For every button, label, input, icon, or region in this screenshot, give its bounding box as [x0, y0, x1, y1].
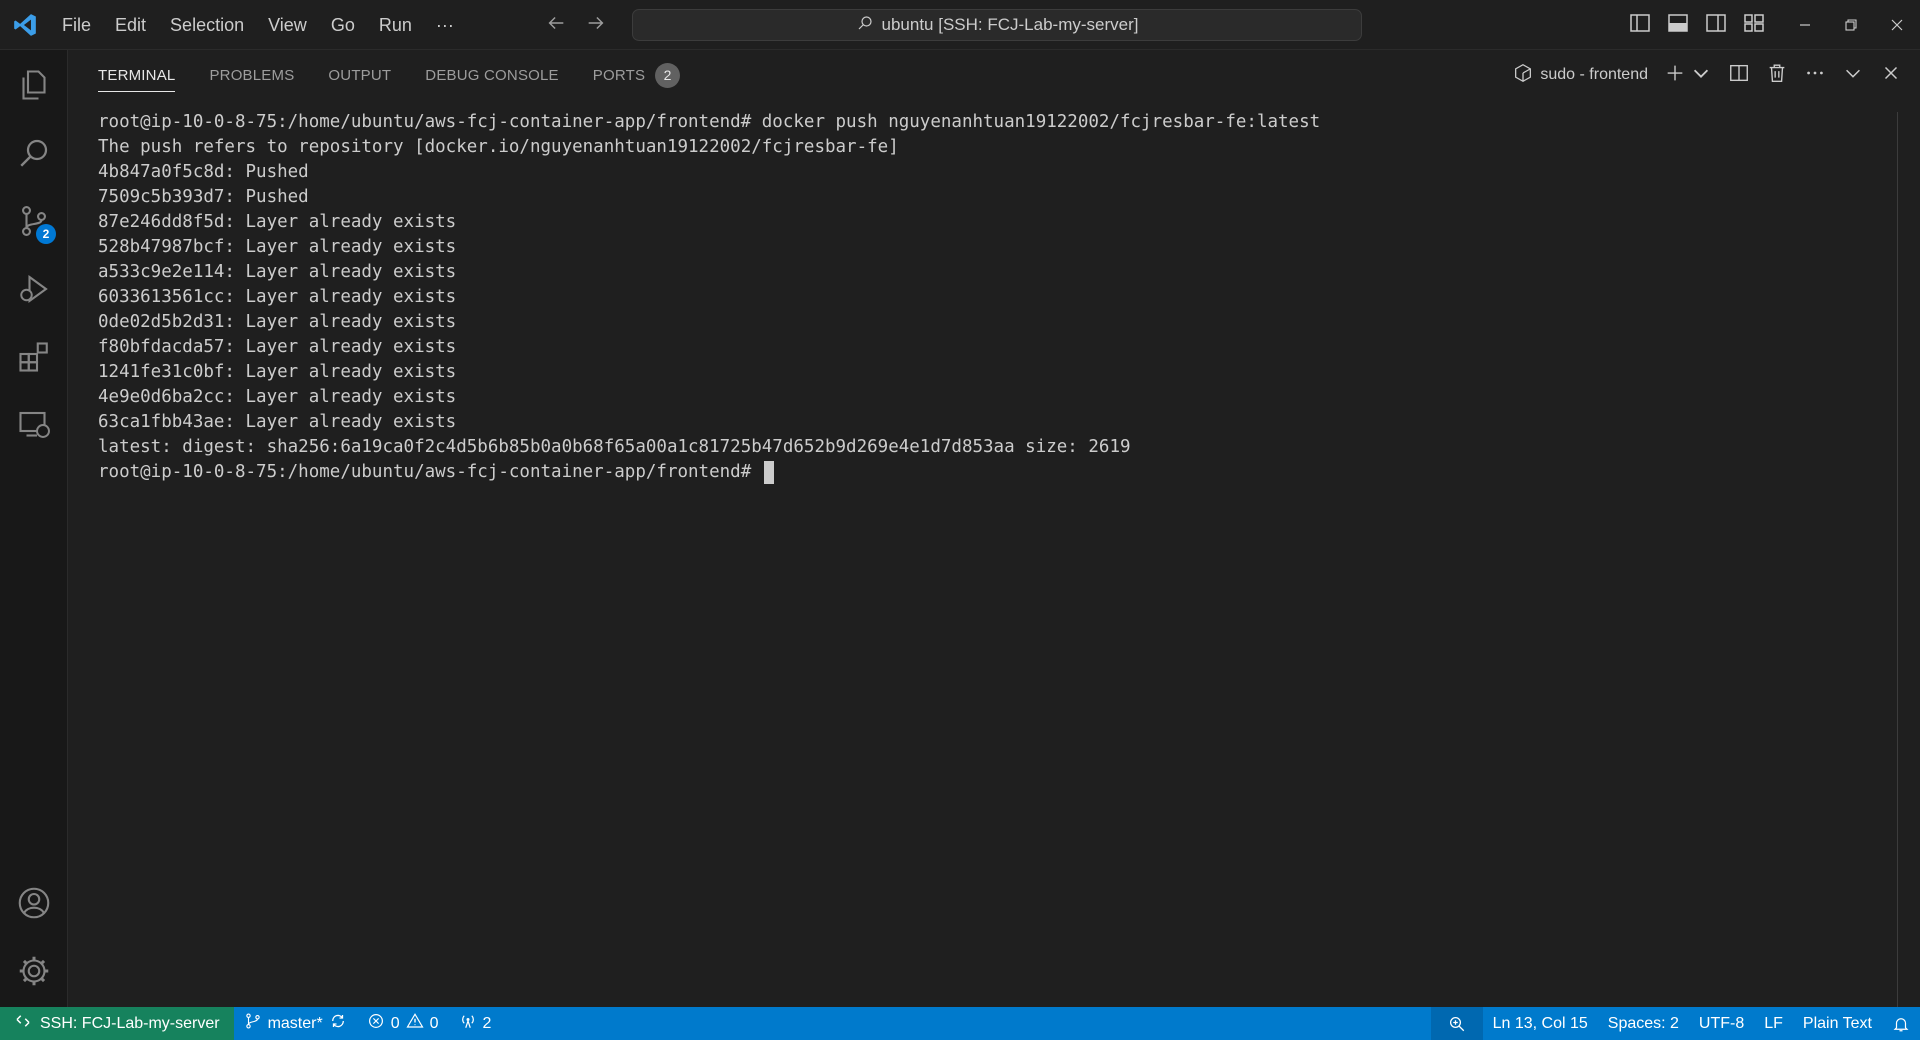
activity-bar: 2 [0, 50, 68, 1007]
menu-go[interactable]: Go [319, 0, 367, 50]
terminal-line: 6033613561cc: Layer already exists [98, 287, 457, 307]
indentation[interactable]: Spaces: 2 [1598, 1007, 1689, 1040]
remote-explorer-icon[interactable] [0, 392, 68, 458]
terminal-line: a533c9e2e114: Layer already exists [98, 262, 457, 282]
language-mode[interactable]: Plain Text [1793, 1007, 1882, 1040]
branch-indicator[interactable]: master* [234, 1007, 357, 1040]
error-icon [367, 1012, 385, 1035]
close-panel-icon[interactable] [1880, 62, 1902, 89]
terminal-line: The push refers to repository [docker.io… [98, 137, 899, 157]
terminal-line: 4b847a0f5c8d: Pushed [98, 162, 309, 182]
menu-bar: File Edit Selection View Go Run ··· [50, 0, 466, 50]
ports-indicator[interactable]: 2 [449, 1007, 502, 1040]
terminal-prompt: root@ip-10-0-8-75:/home/ubuntu/aws-fcj-c… [98, 462, 762, 482]
toggle-secondary-sidebar-icon[interactable] [1704, 11, 1728, 40]
toggle-sidebar-icon[interactable] [1628, 11, 1652, 40]
remote-icon [14, 1012, 32, 1035]
terminal-line: f80bfdacda57: Layer already exists [98, 337, 457, 357]
search-icon[interactable] [0, 120, 68, 186]
broadcast-icon [459, 1012, 477, 1035]
menu-edit[interactable]: Edit [103, 0, 158, 50]
source-control-icon[interactable]: 2 [0, 188, 68, 254]
back-arrow-icon[interactable] [545, 12, 567, 39]
tab-output[interactable]: OUTPUT [328, 50, 391, 100]
terminal-cursor [763, 460, 774, 484]
terminal-line: 7509c5b393d7: Pushed [98, 187, 309, 207]
menu-run[interactable]: Run [367, 0, 424, 50]
toggle-panel-icon[interactable] [1666, 11, 1690, 40]
panel-header: TERMINAL PROBLEMS OUTPUT DEBUG CONSOLE P… [69, 50, 1920, 100]
sync-icon[interactable] [329, 1012, 347, 1035]
command-center[interactable]: ubuntu [SSH: FCJ-Lab-my-server] [632, 9, 1362, 41]
menu-more[interactable]: ··· [424, 0, 466, 50]
line-ending[interactable]: LF [1754, 1007, 1793, 1040]
terminal-line: 63ca1fbb43ae: Layer already exists [98, 412, 457, 432]
remote-indicator[interactable]: SSH: FCJ-Lab-my-server [0, 1007, 234, 1040]
terminal-line: 0de02d5b2d31: Layer already exists [98, 312, 457, 332]
terminal-icon [1512, 62, 1534, 89]
tab-ports[interactable]: PORTS 2 [592, 50, 681, 100]
close-window-icon[interactable] [1874, 0, 1920, 50]
navigation-arrows [545, 0, 607, 50]
tab-debug-console[interactable]: DEBUG CONSOLE [425, 50, 558, 100]
layout-controls [1628, 0, 1766, 50]
chevron-down-icon[interactable] [1690, 62, 1712, 89]
bell-icon[interactable] [1882, 1007, 1920, 1040]
gear-icon[interactable] [0, 938, 68, 1004]
explorer-icon[interactable] [0, 52, 68, 118]
terminal-line: 4e9e0d6ba2cc: Layer already exists [98, 387, 457, 407]
new-terminal-icon[interactable] [1664, 62, 1686, 89]
run-debug-icon[interactable] [0, 256, 68, 322]
terminal-output[interactable]: root@ip-10-0-8-75:/home/ubuntu/aws-fcj-c… [98, 110, 1320, 485]
ports-count: 2 [482, 1014, 492, 1032]
remote-label: SSH: FCJ-Lab-my-server [40, 1014, 220, 1032]
warning-count: 0 [429, 1014, 439, 1032]
command-center-label: ubuntu [SSH: FCJ-Lab-my-server] [881, 15, 1139, 34]
panel-tabs: TERMINAL PROBLEMS OUTPUT DEBUG CONSOLE P… [69, 50, 714, 100]
search-icon [856, 14, 874, 37]
error-count: 0 [390, 1014, 400, 1032]
panel-actions: sudo - frontend [1512, 50, 1902, 100]
status-right: Ln 13, Col 15 Spaces: 2 UTF-8 LF Plain T… [1430, 1007, 1920, 1040]
maximize-panel-chevron-icon[interactable] [1842, 62, 1864, 89]
branch-name: master* [267, 1014, 323, 1032]
account-icon[interactable] [0, 870, 68, 936]
terminal-line: root@ip-10-0-8-75:/home/ubuntu/aws-fcj-c… [98, 112, 1321, 132]
trash-icon[interactable] [1766, 62, 1788, 89]
forward-arrow-icon[interactable] [585, 12, 607, 39]
git-branch-icon [244, 1012, 262, 1035]
split-terminal-icon[interactable] [1728, 62, 1750, 89]
tab-ports-label: PORTS [592, 66, 646, 84]
panel-divider [1897, 112, 1898, 1007]
more-actions-icon[interactable] [1804, 62, 1826, 89]
terminal-panel: TERMINAL PROBLEMS OUTPUT DEBUG CONSOLE P… [69, 50, 1920, 1007]
cursor-position[interactable]: Ln 13, Col 15 [1483, 1007, 1598, 1040]
menu-file[interactable]: File [50, 0, 103, 50]
title-bar: File Edit Selection View Go Run ··· ubun… [0, 0, 1920, 50]
minimize-icon[interactable] [1782, 0, 1828, 50]
terminal-line: 528b47987bcf: Layer already exists [98, 237, 457, 257]
tab-terminal[interactable]: TERMINAL [98, 50, 176, 100]
terminal-prompt-line: root@ip-10-0-8-75:/home/ubuntu/aws-fcj-c… [98, 460, 1320, 485]
status-bar: SSH: FCJ-Lab-my-server master* 0 0 2 Ln … [0, 1007, 1920, 1040]
zoom-icon[interactable] [1430, 1007, 1483, 1040]
problems-indicator[interactable]: 0 0 [357, 1007, 449, 1040]
menu-selection[interactable]: Selection [158, 0, 256, 50]
restore-icon[interactable] [1828, 0, 1874, 50]
window-controls [1782, 0, 1920, 50]
warning-icon [406, 1012, 424, 1035]
encoding[interactable]: UTF-8 [1689, 1007, 1754, 1040]
tab-problems[interactable]: PROBLEMS [209, 50, 294, 100]
terminal-line: 1241fe31c0bf: Layer already exists [98, 362, 457, 382]
terminal-selector[interactable]: sudo - frontend [1512, 62, 1648, 89]
menu-view[interactable]: View [256, 0, 319, 50]
ports-badge: 2 [655, 62, 681, 88]
terminal-line: 87e246dd8f5d: Layer already exists [98, 212, 457, 232]
extensions-icon[interactable] [0, 324, 68, 390]
source-control-badge: 2 [36, 224, 56, 244]
terminal-line: latest: digest: sha256:6a19ca0f2c4d5b6b8… [98, 437, 1131, 457]
terminal-name: sudo - frontend [1540, 66, 1648, 83]
customize-layout-icon[interactable] [1742, 11, 1766, 40]
vscode-logo-icon[interactable] [0, 0, 50, 50]
